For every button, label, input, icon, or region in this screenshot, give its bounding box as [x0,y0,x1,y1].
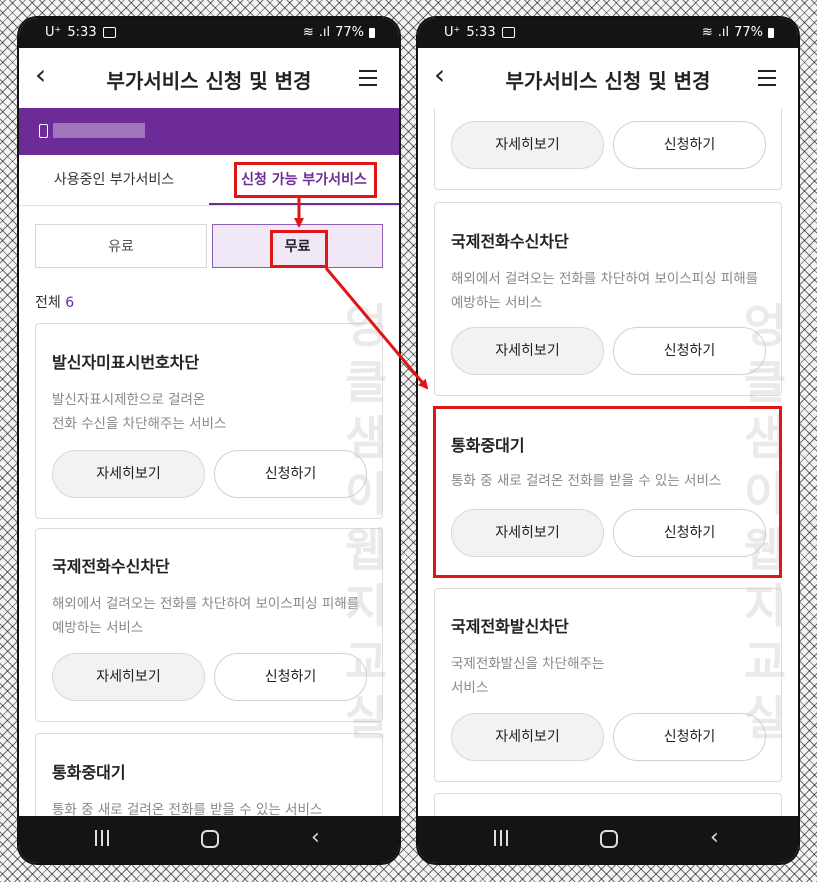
hamburger-menu-icon[interactable] [359,70,377,86]
signal-icon: .ıl [717,25,730,40]
detail-button[interactable]: 자세히보기 [451,509,604,557]
back-nav-icon[interactable]: ‹ [311,825,320,850]
battery-level: 77% [335,25,364,40]
battery-icon [369,27,375,38]
service-description: 해외에서 걸려오는 전화를 차단하여 보이스피싱 피해를 예방하는 서비스 [451,271,759,311]
service-description: 국제전화발신을 차단해주는 서비스 [451,656,605,696]
mobile-phone-icon [39,124,48,138]
recent-apps-icon[interactable] [494,830,510,846]
apply-button[interactable]: 신청하기 [613,121,766,169]
service-description: 통화 중 새로 걸려온 전화를 받을 수 있는 서비스 [52,802,323,816]
app-bar: ‹ 부가서비스 신청 및 변경 [418,48,798,108]
tab-available-services[interactable]: 신청 가능 부가서비스 [209,155,399,205]
total-label: 전체 [35,295,61,311]
service-description: 통화 중 새로 걸려온 전화를 받을 수 있는 서비스 [451,473,722,489]
segment-paid[interactable]: 유료 [35,224,207,268]
detail-button[interactable]: 자세히보기 [451,327,604,375]
hamburger-menu-icon[interactable] [758,70,776,86]
service-card: 자세히보기 신청하기 [434,108,782,190]
apply-button[interactable]: 신청하기 [613,509,766,557]
service-title: 통화중대기 [52,763,126,782]
detail-button[interactable]: 자세히보기 [451,121,604,169]
apply-button[interactable]: 신청하기 [214,653,367,701]
service-description: 해외에서 걸려오는 전화를 차단하여 보이스피싱 피해를 예방하는 서비스 [52,596,360,636]
service-description: 발신자표시제한으로 걸려온 전화 수신을 차단해주는 서비스 [52,392,227,432]
service-title: 국제전화발신차단 [451,617,569,636]
system-navigation-bar: ‹ [418,816,798,863]
tab-in-use-services[interactable]: 사용중인 부가서비스 [19,155,209,205]
status-time: 5:33 [67,25,97,40]
recent-apps-icon[interactable] [95,830,111,846]
service-card: 국제전화발신차단 국제전화발신을 차단해주는 서비스 자세히보기 신청하기 [434,588,782,782]
service-card-highlighted: 통화중대기 통화 중 새로 걸려온 전화를 받을 수 있는 서비스 자세히보기 … [434,406,782,576]
page-title: 부가서비스 신청 및 변경 [505,69,711,93]
status-bar: U⁺ 5:33 ≋ .ıl 77% [19,18,399,48]
apply-button[interactable]: 신청하기 [613,327,766,375]
app-bar: ‹ 부가서비스 신청 및 변경 [19,48,399,108]
detail-button[interactable]: 자세히보기 [52,653,205,701]
carrier-label: U⁺ [45,25,62,40]
service-card: 국제전화수신차단 해외에서 걸려오는 전화를 차단하여 보이스피싱 피해를 예방… [35,528,383,722]
status-time: 5:33 [466,25,496,40]
system-navigation-bar: ‹ [19,816,399,863]
battery-level: 77% [734,25,763,40]
phone-number-banner [19,108,399,155]
total-count: 전체 6 [35,292,74,312]
wifi-icon: ≋ [302,25,314,40]
service-title: 국제전화수신차단 [451,232,569,251]
wifi-icon: ≋ [701,25,713,40]
scroll-content[interactable]: 자세히보기 신청하기 국제전화수신차단 해외에서 걸려오는 전화를 차단하여 보… [418,108,798,816]
battery-icon [768,27,774,38]
service-card: 국제전화수신차단 해외에서 걸려오는 전화를 차단하여 보이스피싱 피해를 예방… [434,202,782,396]
masked-phone-number [53,123,145,138]
gallery-notification-icon [501,27,515,38]
page-title: 부가서비스 신청 및 변경 [106,69,312,93]
signal-icon: .ıl [318,25,331,40]
gallery-notification-icon [102,27,116,38]
service-card: 통화중대기 통화 중 새로 걸려온 전화를 받을 수 있는 서비스 [35,733,383,816]
carrier-label: U⁺ [444,25,461,40]
service-tabs: 사용중인 부가서비스 신청 가능 부가서비스 [19,155,399,206]
apply-button[interactable]: 신청하기 [613,713,766,761]
detail-button[interactable]: 자세히보기 [451,713,604,761]
service-card [434,793,782,816]
scroll-content[interactable]: 사용중인 부가서비스 신청 가능 부가서비스 유료 무료 전체 6 발신자미표시… [19,108,399,816]
phone-screen-right: U⁺ 5:33 ≋ .ıl 77% ‹ 부가서비스 신청 및 변경 자세히보기 … [418,18,798,863]
apply-button[interactable]: 신청하기 [214,450,367,498]
detail-button[interactable]: 자세히보기 [52,450,205,498]
total-number: 6 [65,295,75,311]
service-card: 발신자미표시번호차단 발신자표시제한으로 걸려온 전화 수신을 차단해주는 서비… [35,323,383,519]
home-icon[interactable] [201,830,219,848]
service-title: 발신자미표시번호차단 [52,353,200,372]
segment-free[interactable]: 무료 [212,224,383,268]
status-bar: U⁺ 5:33 ≋ .ıl 77% [418,18,798,48]
home-icon[interactable] [600,830,618,848]
service-title: 통화중대기 [451,436,525,455]
service-title: 국제전화수신차단 [52,557,170,576]
back-nav-icon[interactable]: ‹ [710,825,719,850]
phone-screen-left: U⁺ 5:33 ≋ .ıl 77% ‹ 부가서비스 신청 및 변경 사용중인 부… [19,18,399,863]
